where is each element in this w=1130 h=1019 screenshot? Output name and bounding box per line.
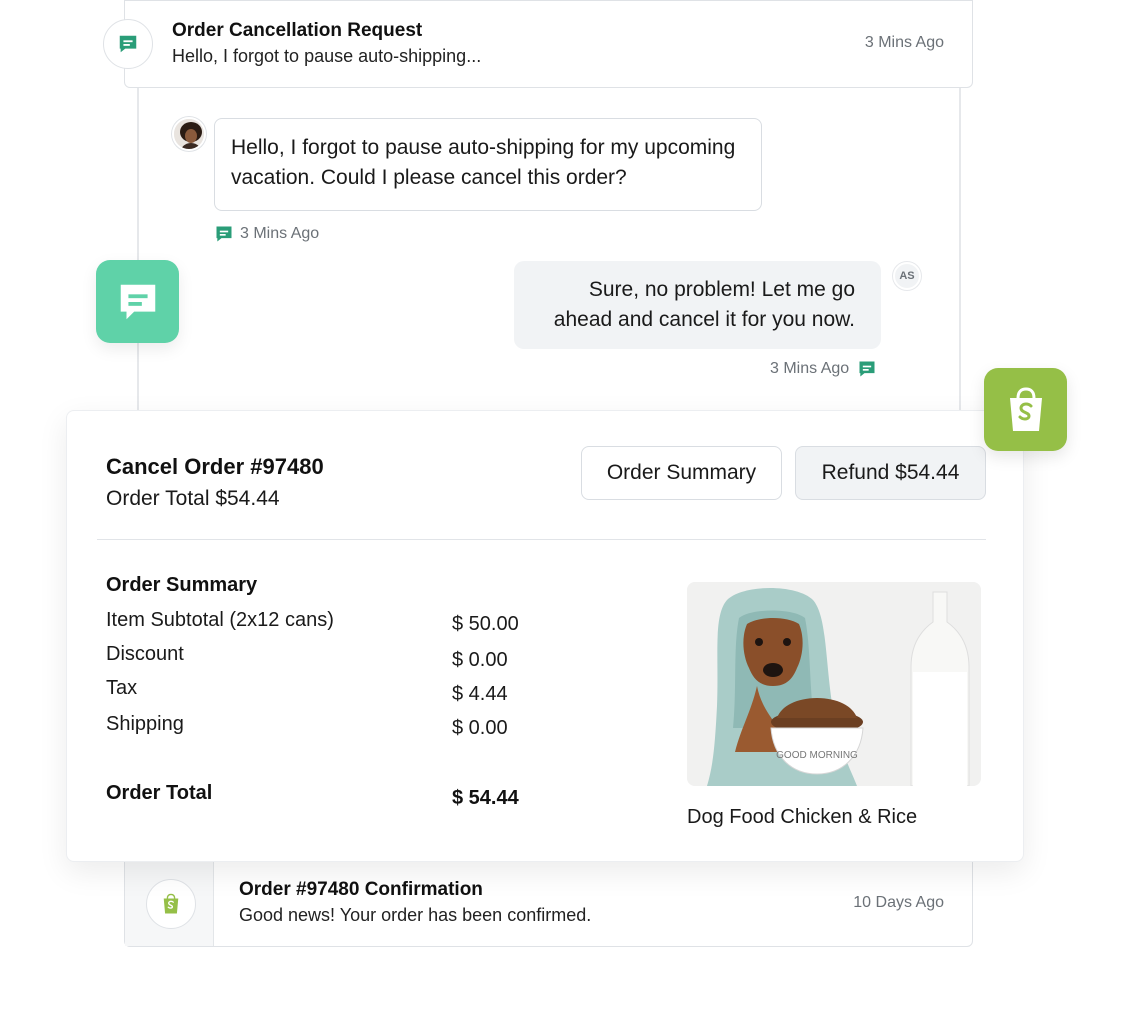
chat-channel-tile — [96, 260, 179, 343]
order-total-value: $ 54.44 — [452, 787, 519, 809]
summary-row-value: $ 0.00 — [452, 649, 508, 671]
agent-avatar: AS — [893, 262, 921, 290]
summary-row-value: $ 0.00 — [452, 717, 508, 739]
conversation-timestamp: 3 Mins Ago — [864, 34, 944, 51]
summary-row-label: Item Subtotal (2x12 cans) — [106, 609, 334, 631]
confirmation-timestamp: 10 Days Ago — [853, 894, 944, 911]
cancel-order-card: Cancel Order #97480 Order Total $54.44 O… — [66, 410, 1024, 862]
shopify-integration-tile — [984, 368, 1067, 451]
conversation-title: Order Cancellation Request — [172, 20, 423, 41]
shopify-bag-icon — [163, 893, 179, 914]
customer-avatar — [172, 117, 206, 151]
chat-bubble-icon — [216, 226, 232, 242]
agent-message-time: 3 Mins Ago — [770, 360, 850, 377]
agent-message-meta: 3 Mins Ago — [770, 359, 877, 379]
order-summary-button[interactable]: Order Summary — [581, 446, 782, 500]
summary-row-value: $ 50.00 — [452, 613, 519, 635]
confirmation-title: Order #97480 Confirmation — [239, 879, 483, 900]
summary-row-label: Discount — [106, 643, 184, 665]
conversation-header-card[interactable] — [124, 0, 973, 88]
chat-bubble-icon — [859, 361, 875, 377]
bowl-text: GOOD MORNING — [776, 750, 858, 761]
product-name: Dog Food Chicken & Rice — [687, 806, 918, 828]
customer-message-meta: 3 Mins Ago — [214, 224, 319, 244]
refund-button[interactable]: Refund $54.44 — [795, 446, 986, 500]
chat-bubble-icon — [119, 35, 137, 53]
order-total-label: Order Total — [106, 782, 213, 804]
shopify-bag-icon — [1009, 386, 1042, 431]
summary-row-label: Shipping — [106, 713, 184, 735]
summary-row-value: $ 4.44 — [452, 683, 508, 705]
cancel-order-title: Cancel Order #97480 — [106, 454, 324, 479]
conversation-preview: Hello, I forgot to pause auto-shipping..… — [172, 46, 482, 66]
confirmation-type-badge — [146, 879, 196, 929]
order-total-subtitle: Order Total $54.44 — [106, 487, 280, 510]
agent-message-bubble: Sure, no problem! Let me go ahead and ca… — [514, 261, 881, 349]
chat-bubble-icon — [120, 284, 155, 319]
summary-row-label: Tax — [106, 677, 138, 699]
customer-message-bubble: Hello, I forgot to pause auto-shipping f… — [214, 118, 762, 211]
thread-connector-right — [959, 86, 961, 416]
product-image: GOOD MORNING — [687, 582, 981, 786]
customer-message-time: 3 Mins Ago — [240, 225, 320, 242]
confirmation-text: Good news! Your order has been confirmed… — [239, 905, 592, 925]
thread-connector-left — [137, 86, 139, 416]
order-confirmation-card[interactable]: Order #97480 Confirmation Good news! You… — [124, 858, 973, 947]
card-divider — [97, 539, 986, 540]
order-summary-heading: Order Summary — [106, 574, 258, 596]
conversation-type-badge — [103, 19, 153, 69]
